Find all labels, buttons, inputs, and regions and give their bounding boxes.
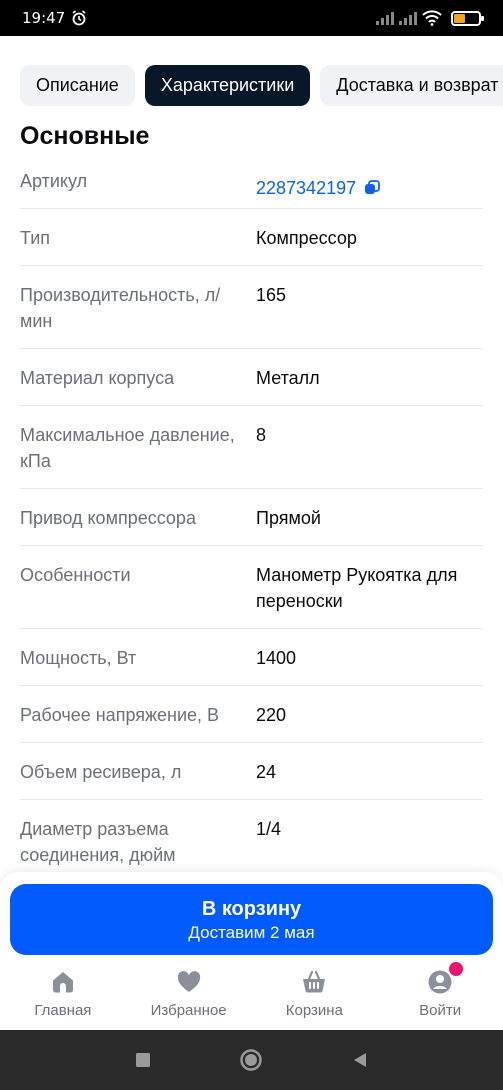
nav-item-home[interactable]: Главная — [0, 968, 126, 1019]
home-icon — [52, 972, 73, 993]
back-icon[interactable] — [351, 1051, 369, 1069]
notification-badge — [449, 962, 464, 976]
recent-apps-icon[interactable] — [134, 1051, 152, 1069]
spec-row: Диаметр разъема соединения, дюйм 1/4 — [20, 800, 483, 883]
delivery-date-label: Доставим 2 мая — [188, 922, 315, 942]
nav-item-login[interactable]: Войти — [377, 962, 503, 1019]
spec-key: Объем ресивера, л — [20, 762, 182, 782]
nav-label: Главная — [34, 1002, 92, 1019]
battery-icon — [451, 10, 484, 26]
spec-key: Производительность, л/мин — [20, 285, 221, 331]
spec-value-article[interactable]: 2287342197 — [256, 168, 483, 208]
spec-row: Рабочее напряжение, В 220 — [20, 686, 483, 743]
status-bar: 19:47 — [0, 0, 503, 36]
spec-key: Максимальное давление, кПа — [20, 425, 235, 471]
add-to-cart-button[interactable]: В корзину Доставим 2 мая — [10, 884, 493, 955]
add-to-cart-label: В корзину — [201, 897, 302, 920]
nav-label: Войти — [419, 1002, 462, 1019]
spec-row: Привод компрессора Прямой — [20, 489, 483, 546]
spec-row: Тип Компрессор — [20, 209, 483, 266]
spec-key: Тип — [20, 228, 51, 248]
nav-item-favorites[interactable]: Избранное — [126, 968, 252, 1019]
spec-row: Материал корпуса Металл — [20, 349, 483, 406]
spec-key: Привод компрессора — [20, 508, 196, 528]
home-button-icon[interactable] — [239, 1048, 263, 1072]
bottom-panel: В корзину Доставим 2 мая Главная Избранн… — [0, 872, 503, 1032]
spec-value: Металл — [256, 368, 320, 388]
spec-value: Манометр Рукоятка для переноски — [256, 565, 458, 611]
wifi-icon — [422, 10, 442, 26]
nav-label: Избранное — [150, 1002, 227, 1019]
article-number[interactable]: 2287342197 — [256, 175, 356, 201]
spec-row: Мощность, Вт 1400 — [20, 629, 483, 686]
spec-row: Особенности Манометр Рукоятка для перено… — [20, 546, 483, 629]
spec-value: 165 — [256, 285, 287, 305]
spec-key: Артикул — [20, 171, 88, 191]
spec-row: Производительность, л/мин 165 — [20, 266, 483, 349]
alarm-icon — [72, 10, 86, 26]
spec-value: Прямой — [256, 508, 321, 528]
status-time: 19:47 — [22, 9, 66, 27]
nav-item-cart[interactable]: Корзина — [252, 968, 378, 1019]
bottom-nav: Главная Избранное Корзина Войти — [0, 962, 503, 1019]
spec-key: Материал корпуса — [20, 368, 175, 388]
cellular-signal-icon — [376, 11, 394, 25]
spec-row: Объем ресивера, л 24 — [20, 743, 483, 800]
spec-value: 1400 — [256, 648, 297, 668]
tab-characteristics[interactable]: Характеристики — [144, 65, 311, 106]
spec-value: 24 — [256, 762, 277, 782]
spec-value: 220 — [256, 705, 287, 725]
basket-icon — [303, 970, 326, 993]
heart-icon — [177, 971, 200, 992]
section-title: Основные — [20, 122, 150, 150]
nav-label: Корзина — [285, 1002, 343, 1019]
spec-key: Особенности — [20, 565, 131, 585]
spec-key: Мощность, Вт — [20, 648, 137, 668]
spec-row-article: Артикул 2287342197 — [20, 152, 483, 209]
copy-icon[interactable] — [364, 180, 381, 196]
tab-delivery-returns[interactable]: Доставка и возврат — [320, 65, 503, 106]
cellular-signal-icon-2 — [399, 11, 417, 25]
spec-row: Максимальное давление, кПа 8 — [20, 406, 483, 489]
spec-key: Рабочее напряжение, В — [20, 705, 220, 725]
tab-bar: Описание Характеристики Доставка и возвр… — [20, 65, 503, 106]
specs-table: Артикул 2287342197 Тип Компрессор Произв… — [20, 152, 483, 883]
spec-value: 8 — [256, 425, 267, 445]
system-nav-bar — [0, 1030, 503, 1090]
tab-description[interactable]: Описание — [20, 65, 135, 106]
spec-value: Компрессор — [256, 228, 357, 248]
